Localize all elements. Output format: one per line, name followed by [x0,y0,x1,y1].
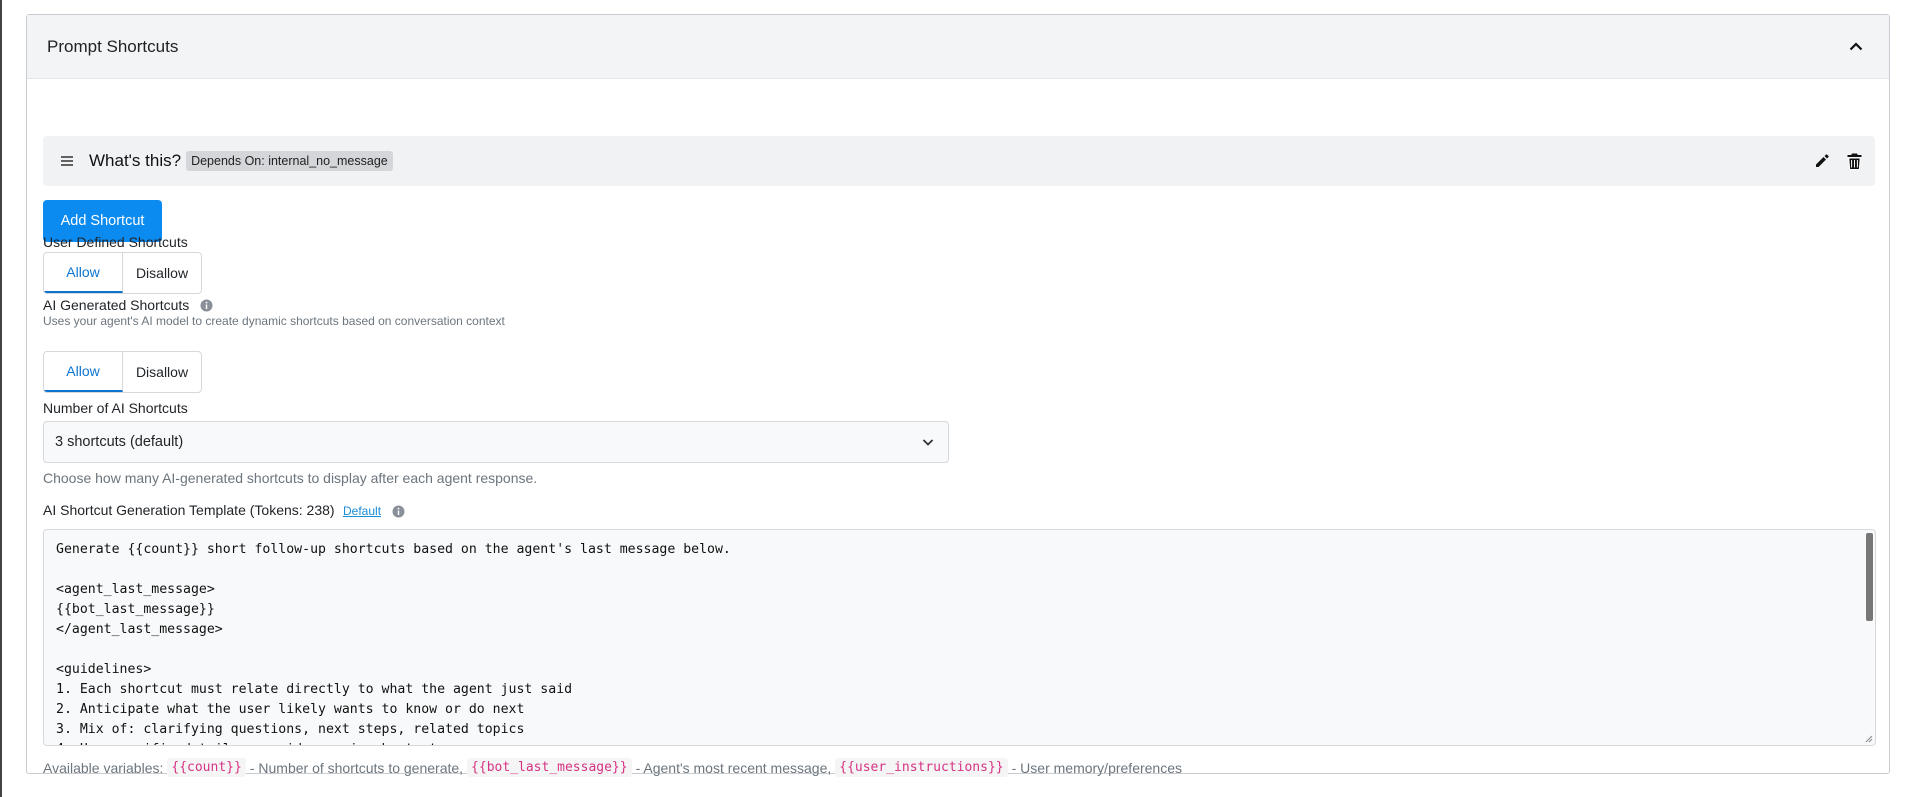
variables-prefix: Available variables: [43,759,164,776]
trash-icon[interactable] [1843,150,1865,172]
shortcut-item: What's this? Depends On: internal_no_mes… [43,136,1875,186]
window-left-edge [0,0,2,797]
template-text: Generate {{count}} short follow-up short… [56,542,731,745]
default-template-link[interactable]: Default [343,504,381,518]
variable-code: {{user_instructions}} [835,758,1008,777]
ai-generated-allow-option[interactable]: Allow [44,352,123,392]
depends-on-badge: Depends On: internal_no_message [186,151,393,171]
chevron-up-icon[interactable] [1845,36,1867,58]
ai-count-label: Number of AI Shortcuts [43,400,188,416]
panel-header[interactable]: Prompt Shortcuts [27,15,1889,79]
resize-handle-icon[interactable] [1865,735,1873,743]
chevron-down-icon [922,439,934,446]
pencil-icon[interactable] [1811,150,1833,172]
template-label: AI Shortcut Generation Template (Tokens:… [43,502,335,518]
drag-handle-icon[interactable] [57,151,77,171]
ai-count-select[interactable]: 3 shortcuts (default) [43,421,949,463]
user-defined-allow-option[interactable]: Allow [44,253,123,293]
textarea-scrollbar[interactable] [1866,533,1873,621]
ai-generated-toggle: Allow Disallow [43,351,202,393]
user-defined-toggle: Allow Disallow [43,252,202,294]
info-icon[interactable] [200,299,214,313]
variable-desc: - Number of shortcuts to generate, [249,759,464,776]
ai-count-help: Choose how many AI-generated shortcuts t… [43,470,538,486]
available-variables: Available variables: {{count}} - Number … [43,758,1182,777]
variable-desc: - Agent's most recent message, [635,759,832,776]
ai-generated-disallow-option[interactable]: Disallow [123,352,201,392]
shortcut-name: What's this? [89,151,182,170]
user-defined-disallow-option[interactable]: Disallow [123,253,201,293]
ai-generated-label: AI Generated Shortcuts [43,297,190,313]
info-icon[interactable] [392,505,406,519]
ai-generated-description: Uses your agent's AI model to create dyn… [43,314,505,328]
panel-title: Prompt Shortcuts [47,36,179,56]
ai-count-selected-value: 3 shortcuts (default) [55,434,184,450]
prompt-shortcuts-panel: Prompt Shortcuts What's this? Depends On… [26,14,1890,777]
template-textarea[interactable]: Generate {{count}} short follow-up short… [43,529,1876,746]
variable-desc: - User memory/preferences [1011,759,1183,776]
user-defined-label: User Defined Shortcuts [43,234,188,250]
variable-code: {{count}} [167,758,246,777]
variable-code: {{bot_last_message}} [467,758,632,777]
